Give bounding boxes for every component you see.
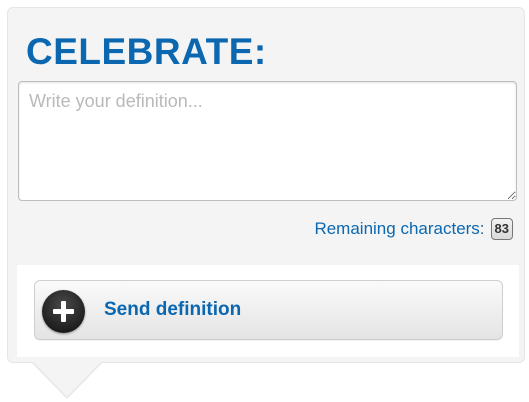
remaining-characters: Remaining characters: 83	[314, 218, 513, 240]
remaining-characters-label: Remaining characters:	[314, 219, 485, 238]
button-panel: Send definition	[17, 265, 519, 357]
page-title: CELEBRATE:	[26, 31, 267, 72]
plus-circle-icon	[42, 290, 85, 333]
send-definition-label: Send definition	[104, 299, 242, 320]
callout-pointer-fill	[32, 361, 102, 397]
definition-input[interactable]	[18, 81, 517, 201]
remaining-count-badge: 83	[490, 218, 513, 240]
send-definition-button[interactable]: Send definition	[34, 280, 503, 340]
